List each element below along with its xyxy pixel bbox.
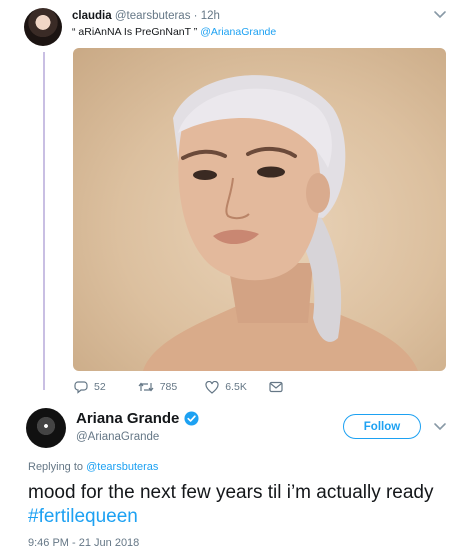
chevron-down-icon[interactable]	[432, 8, 448, 22]
tweet-text: “ aRiAnNA Is PreGnNanT ” @ArianaGrande	[72, 26, 276, 38]
tweet-timestamp[interactable]: 9:46 PM - 21 Jun 2018	[28, 537, 139, 549]
author-handle[interactable]: @tearsbuteras	[115, 10, 191, 22]
hashtag-link[interactable]: #fertilequeen	[28, 506, 138, 527]
reply-action[interactable]: 52	[74, 380, 106, 394]
follow-button[interactable]: Follow	[343, 414, 421, 439]
author-name-row: Ariana Grande	[76, 410, 199, 427]
like-action[interactable]: 6.5K	[205, 380, 247, 394]
replying-to-label: Replying to	[28, 461, 87, 473]
chevron-down-icon[interactable]	[432, 420, 448, 434]
retweet-action[interactable]: 785	[138, 380, 178, 394]
heart-icon	[205, 380, 219, 394]
author-name[interactable]: claudia	[72, 10, 112, 22]
retweet-icon	[138, 382, 154, 392]
replying-to: Replying to @tearsbuteras	[28, 461, 158, 473]
avatar[interactable]	[24, 8, 62, 46]
verified-badge-icon	[184, 411, 199, 426]
mention-link[interactable]: @ArianaGrande	[200, 26, 276, 38]
message-action[interactable]	[269, 381, 289, 393]
avatar[interactable]	[26, 408, 66, 448]
tweet-actions: 52 785 6.5K	[74, 378, 311, 396]
tweet-photo[interactable]	[73, 48, 446, 371]
thread-connector-line	[43, 52, 45, 390]
replying-to-handle[interactable]: @tearsbuteras	[86, 461, 158, 473]
author-handle[interactable]: @ArianaGrande	[76, 431, 159, 443]
envelope-icon	[269, 381, 283, 393]
separator-dot: ·	[193, 10, 198, 22]
tweet-text-body: mood for the next few years til i’m actu…	[28, 482, 434, 503]
tweet-header: claudia @tearsbuteras · 12h	[72, 10, 220, 22]
reply-icon	[74, 381, 88, 394]
retweet-count: 785	[159, 381, 178, 393]
author-name[interactable]: Ariana Grande	[76, 410, 179, 427]
like-count: 6.5K	[225, 381, 247, 393]
tweet-text: mood for the next few years til i’m actu…	[28, 481, 448, 529]
portrait-photo-icon	[143, 75, 418, 371]
tweet-time[interactable]: 12h	[201, 10, 220, 22]
reply-count: 52	[94, 381, 106, 393]
tweet-text-body: “ aRiAnNA Is PreGnNanT ”	[72, 26, 201, 38]
